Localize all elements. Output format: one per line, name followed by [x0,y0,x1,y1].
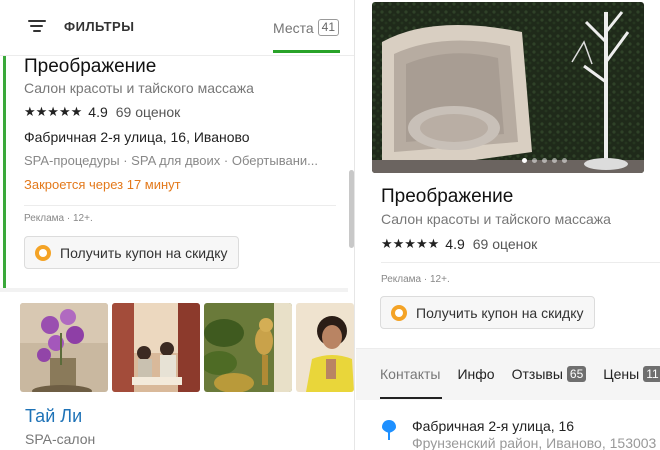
location-pin-icon [382,420,396,440]
result-card-preobrazhenie[interactable]: Преображение Салон красоты и тайского ма… [0,56,348,288]
card-title[interactable]: Преображение [24,56,156,78]
place-detail-panel: Преображение Салон красоты и тайского ма… [356,0,660,450]
closing-status: Закроется через 17 минут [24,177,181,192]
place-photo-gallery[interactable] [372,2,644,173]
filters-button[interactable]: ФИЛЬТРЫ [28,18,134,34]
tab-contacts-underline [380,397,442,399]
place-tabs: Контакты Инфо Отзывы 65 Цены 11 [380,366,660,382]
ad-label: Реклама · 12+. [381,274,450,285]
place-rating: ★★★★★ 4.9 69 оценок [381,236,537,252]
rating-stars: ★★★★★ [381,236,440,251]
gallery-dot-active[interactable] [522,158,527,163]
coupon-icon [391,304,407,321]
place-title: Преображение [381,186,514,207]
selected-indicator [3,56,6,288]
tab-prices-label: Цены [603,366,640,382]
rating-count[interactable]: 69 оценок [116,104,181,120]
card-rating: ★★★★★ 4.9 69 оценок [24,104,180,120]
tab-places-label: Места [273,19,314,36]
results-toolbar: ФИЛЬТРЫ Места 41 [0,0,354,56]
tab-contacts-label: Контакты [380,366,441,382]
tab-prices[interactable]: Цены 11 [603,366,660,382]
prices-count-badge: 11 [643,366,660,382]
rating-count[interactable]: 69 оценок [473,236,538,252]
tab-info-label: Инфо [457,366,495,382]
tab-reviews-label: Отзывы [511,366,563,382]
divider [24,205,336,206]
card-address: Фабричная 2-я улица, 16, Иваново [24,129,250,145]
coupon-icon [35,244,51,261]
tab-reviews[interactable]: Отзывы 65 [512,366,587,382]
place-district: Фрунзенский район, Иваново, 153003 [412,435,657,450]
card-separator [0,288,348,292]
gallery-dot[interactable] [552,158,557,163]
tab-contacts[interactable]: Контакты [380,366,440,382]
gallery-dot[interactable] [532,158,537,163]
place-address[interactable]: Фабричная 2-я улица, 16 [412,418,574,434]
ad-label: Реклама · 12+. [24,213,93,224]
photo-masseuse[interactable] [296,303,354,392]
photo-gold-parrot[interactable] [204,303,292,392]
tab-info[interactable]: Инфо [457,366,494,382]
result-card-tay-li-title[interactable]: Тай Ли [25,406,82,427]
gallery-dot[interactable] [562,158,567,163]
rating-stars: ★★★★★ [24,104,83,119]
rating-value: 4.9 [445,236,465,252]
tab-places[interactable]: Места 41 [273,19,340,36]
tab-places-underline [273,50,340,53]
gallery-dots [522,158,572,163]
filters-label: ФИЛЬТРЫ [64,18,135,34]
places-count-badge: 41 [317,19,340,36]
get-coupon-button[interactable]: Получить купон на скидку [24,236,239,269]
gallery-dot[interactable] [542,158,547,163]
filter-lines-icon [28,18,48,34]
place-subtitle: Салон красоты и тайского массажа [381,211,611,227]
coupon-label: Получить купон на скидку [60,244,228,261]
photo-salon-interior[interactable] [112,303,200,392]
rating-value: 4.9 [88,104,108,120]
divider [381,262,660,263]
photo-strip [20,303,354,392]
get-coupon-button[interactable]: Получить купон на скидку [380,296,595,329]
card-subtitle: Салон красоты и тайского массажа [24,80,254,96]
results-panel: ФИЛЬТРЫ Места 41 Преображение Салон крас… [0,0,355,450]
results-scrollbar[interactable] [349,170,354,248]
photo-orchid[interactable] [20,303,108,392]
result-card-tay-li-subtitle: SPA-салон [25,431,96,447]
card-categories: SPA-процедуры · SPA для двоих · Обертыва… [24,153,318,168]
coupon-label: Получить купон на скидку [416,304,584,321]
reviews-count-badge: 65 [566,366,587,382]
